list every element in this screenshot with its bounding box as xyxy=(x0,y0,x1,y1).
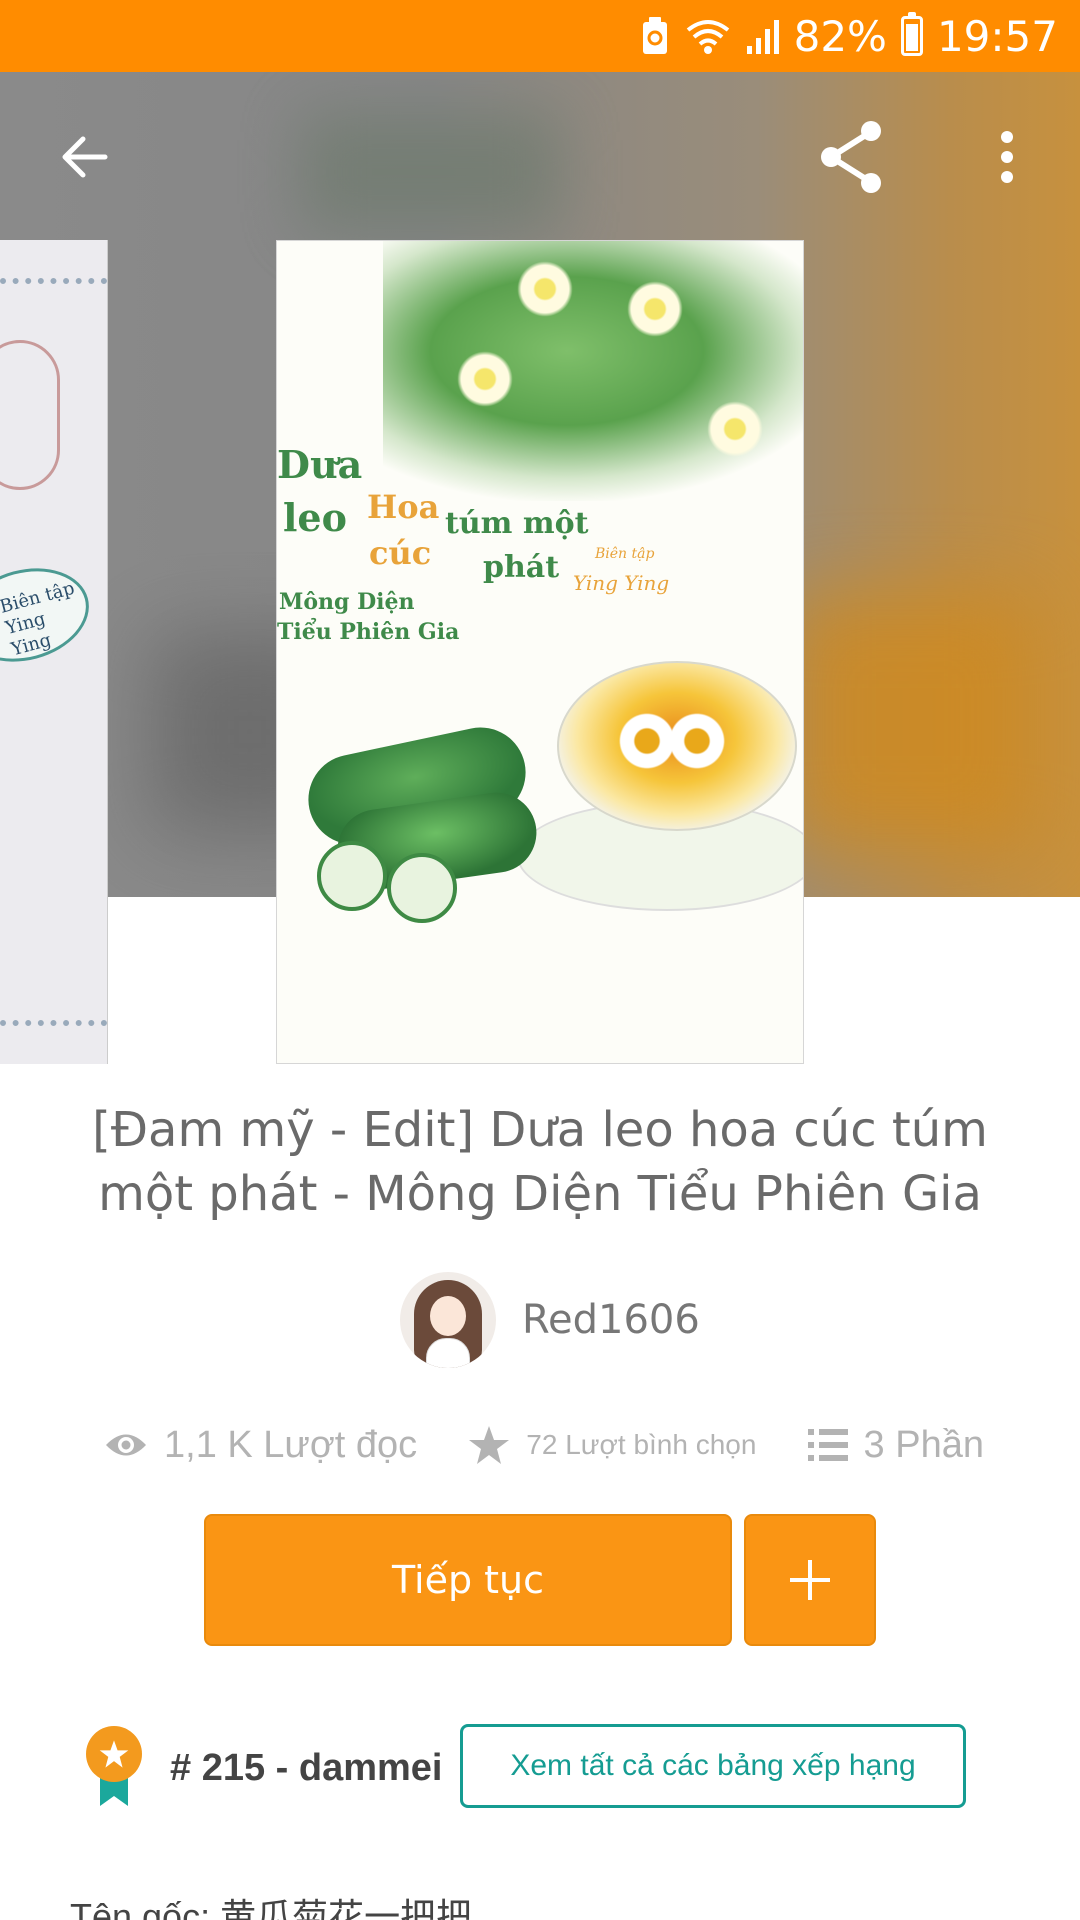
cover-author-line: Mông Diện xyxy=(279,589,415,615)
story-cover[interactable]: Dưa leo Hoa cúc túm một phát Mông Diện T… xyxy=(276,240,804,1064)
view-all-rankings-button[interactable]: Xem tất cả các bảng xếp hạng xyxy=(460,1724,966,1808)
ranking-text: # 215 - dammei xyxy=(170,1746,443,1789)
plus-icon xyxy=(790,1560,830,1600)
reads-stat: 1,1 K Lượt đọc xyxy=(104,1424,417,1467)
battery-icon xyxy=(900,12,923,56)
continue-reading-button[interactable]: Tiếp tục xyxy=(204,1514,732,1646)
share-button[interactable] xyxy=(806,112,896,202)
more-options-button[interactable] xyxy=(962,112,1052,202)
original-name: Tên gốc: 黄瓜菊花一把把 xyxy=(70,1896,473,1920)
votes-stat: 72 Lượt bình chọn xyxy=(468,1425,756,1465)
previous-story-cover[interactable]: Biên tập Ying Ying xyxy=(0,240,108,1064)
add-to-library-button[interactable] xyxy=(744,1514,876,1646)
cover-title-line: Hoa xyxy=(367,488,440,526)
arrow-left-icon xyxy=(62,136,108,178)
share-icon xyxy=(821,121,881,193)
signal-icon xyxy=(746,16,780,56)
status-bar: 82% 19:57 xyxy=(0,0,1080,72)
parts-stat[interactable]: 3 Phần xyxy=(807,1424,984,1467)
medal-icon xyxy=(86,1726,142,1810)
wifi-icon xyxy=(684,16,732,56)
ranking-row: # 215 - dammei xyxy=(86,1726,442,1810)
eye-icon xyxy=(106,1434,146,1456)
votes-count: 72 Lượt bình chọn xyxy=(526,1429,757,1460)
list-icon xyxy=(807,1429,848,1461)
battery-saver-icon xyxy=(640,16,670,56)
cover-title-line: túm một xyxy=(445,506,589,541)
toolbar xyxy=(0,72,1080,242)
cover-title-line: cúc xyxy=(369,534,432,572)
cover-editor-name: Ying Ying xyxy=(573,571,670,595)
clock: 19:57 xyxy=(936,11,1058,61)
story-title: [Đam mỹ - Edit] Dưa leo hoa cúc túm một … xyxy=(92,1102,988,1222)
author-link[interactable]: Red1606 xyxy=(400,1272,700,1368)
star-icon xyxy=(469,1426,510,1464)
author-avatar[interactable] xyxy=(400,1272,496,1368)
reads-count: 1,1 K Lượt đọc xyxy=(164,1423,418,1466)
cover-title-line: leo xyxy=(283,495,347,540)
more-vertical-icon xyxy=(1001,131,1013,183)
story-stats: 1,1 K Lượt đọc 72 Lượt bình chọn 3 Phần xyxy=(104,1410,984,1480)
side-cover-badge-text: Biên tập Ying Ying xyxy=(0,577,77,661)
battery-percentage: 82% xyxy=(793,11,887,61)
parts-count[interactable]: 3 Phần xyxy=(864,1424,984,1467)
author-name[interactable]: Red1606 xyxy=(522,1297,700,1343)
cover-editor-label: Biên tập xyxy=(595,546,655,562)
back-button[interactable] xyxy=(40,112,130,202)
cover-author-line: Tiểu Phiên Gia xyxy=(277,619,460,645)
cover-title-line: phát xyxy=(483,550,560,585)
cover-title-line: Dưa xyxy=(277,442,363,487)
